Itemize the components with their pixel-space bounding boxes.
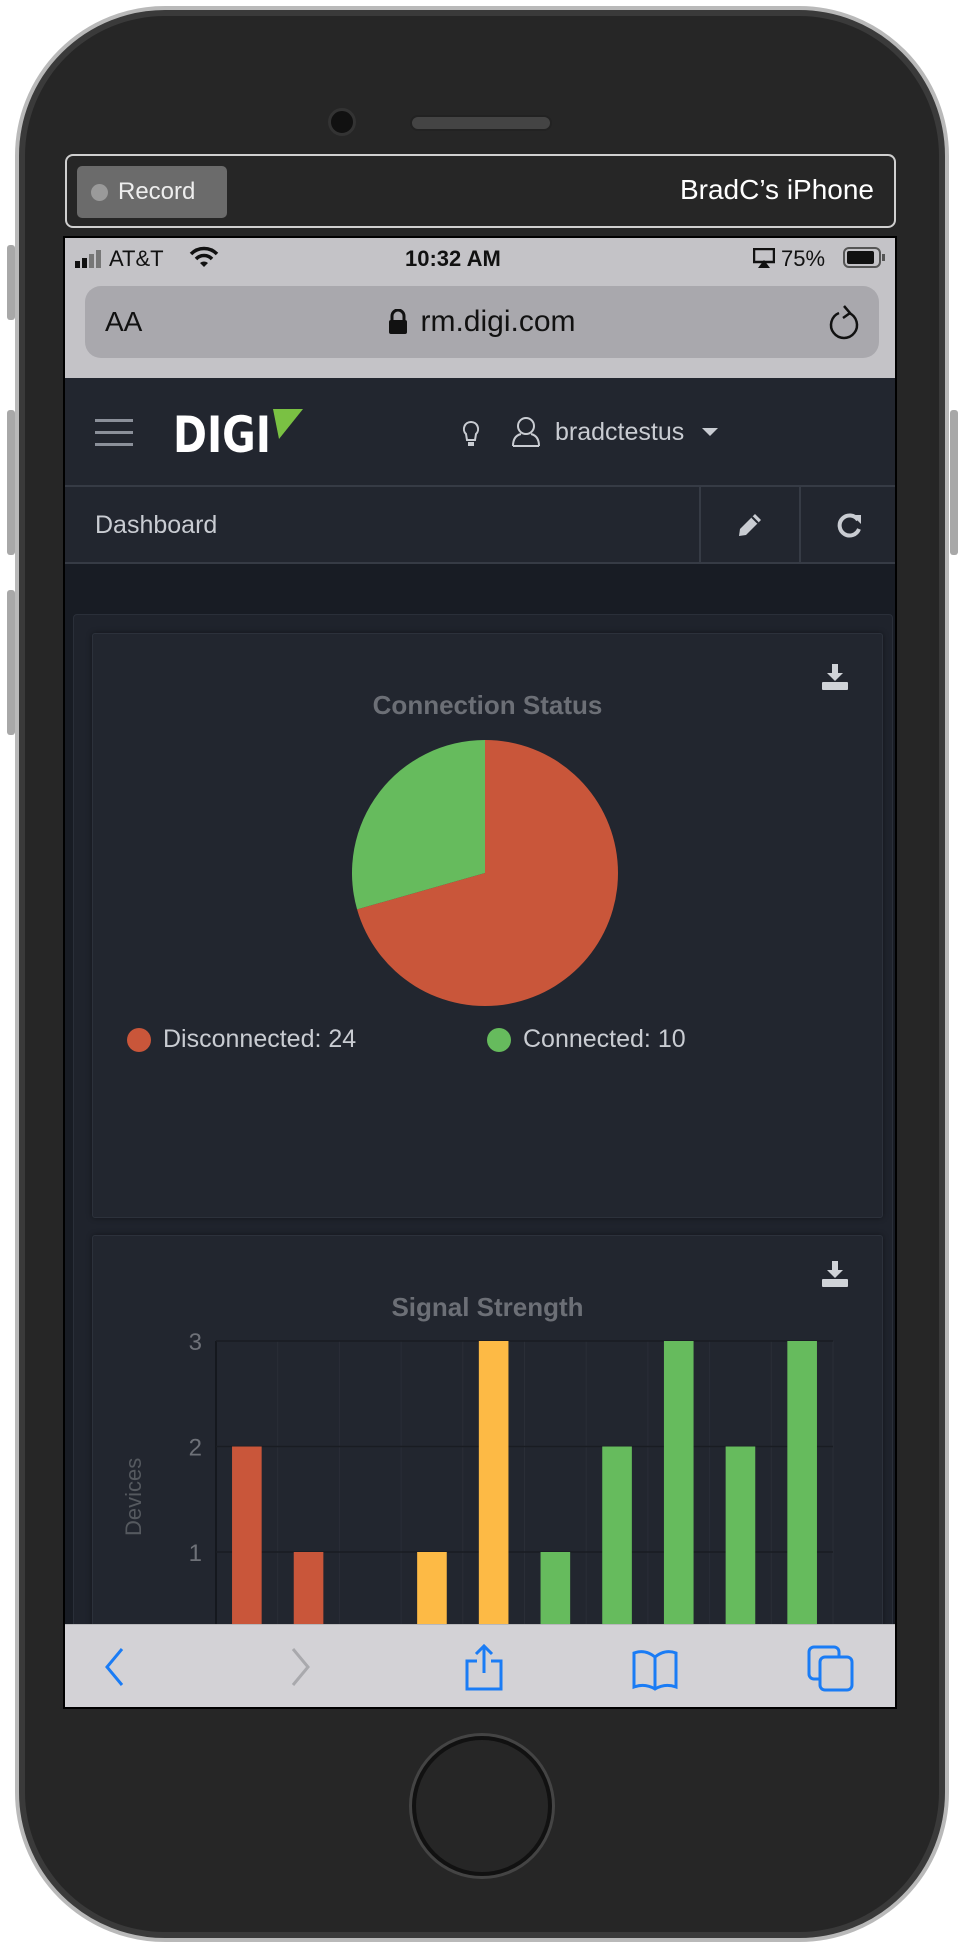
legend-label: Connected: 10 bbox=[523, 1025, 686, 1053]
hamburger-menu-icon[interactable] bbox=[95, 418, 133, 448]
wifi-icon bbox=[189, 246, 219, 267]
text-size-button[interactable]: AA bbox=[105, 306, 142, 338]
digi-logo[interactable]: DIGI bbox=[173, 406, 303, 464]
forward-icon[interactable] bbox=[290, 1647, 312, 1687]
pencil-icon bbox=[739, 513, 761, 536]
top-navbar: DIGI bradctestus bbox=[65, 378, 895, 487]
logo-text: DIGI bbox=[173, 406, 271, 458]
legend-dot-red bbox=[127, 1027, 151, 1052]
clock: 10:32 AM bbox=[405, 246, 501, 271]
digi-logo-mark: DIGI bbox=[173, 406, 303, 464]
dashboard-widgets: Connection Status Disconnected: 24 Conne… bbox=[73, 614, 893, 1707]
lock-icon bbox=[389, 309, 408, 334]
legend-connected[interactable]: Connected: 10 bbox=[487, 1025, 686, 1054]
back-icon[interactable] bbox=[103, 1647, 125, 1687]
share-icon[interactable] bbox=[463, 1643, 505, 1691]
signal-bar[interactable] bbox=[663, 1341, 694, 1658]
battery-percent: 75% bbox=[781, 246, 826, 271]
legend-disconnected[interactable]: Disconnected: 24 bbox=[127, 1025, 356, 1054]
status-bar: AT&T 10:32 AM 75% bbox=[65, 238, 895, 278]
safari-toolbar bbox=[65, 1624, 895, 1707]
signal-bar[interactable] bbox=[478, 1341, 509, 1658]
home-button[interactable] bbox=[412, 1736, 552, 1876]
legend-dot-green bbox=[487, 1027, 511, 1052]
url-text: rm.digi.com bbox=[420, 305, 576, 338]
connection-pie-chart bbox=[351, 740, 618, 1006]
refresh-dashboard-button[interactable] bbox=[799, 487, 895, 562]
recorder-bar: Record BradC’s iPhone bbox=[65, 154, 896, 228]
page-title: Dashboard bbox=[95, 511, 218, 539]
legend-label: Disconnected: 24 bbox=[163, 1025, 357, 1053]
airplay-icon bbox=[753, 248, 775, 268]
refresh-icon bbox=[837, 512, 861, 537]
tabs-icon[interactable] bbox=[807, 1645, 855, 1693]
user-icon bbox=[512, 417, 540, 447]
user-menu[interactable]: bradctestus bbox=[511, 416, 719, 448]
bookmarks-icon[interactable] bbox=[631, 1649, 679, 1691]
power-button bbox=[950, 410, 958, 555]
phone-screen: AT&T 10:32 AM 75% AA rm.digi.com DIGI br… bbox=[63, 236, 897, 1709]
dashboard-header: Dashboard bbox=[65, 487, 895, 564]
signal-icon bbox=[75, 250, 101, 268]
chart-title: Connection Status bbox=[372, 690, 603, 720]
volume-down-button bbox=[7, 590, 15, 735]
volume-up-button bbox=[7, 410, 15, 555]
record-dot-icon bbox=[91, 183, 108, 201]
username: bradctestus bbox=[555, 417, 685, 446]
download-icon[interactable] bbox=[822, 664, 848, 690]
battery-icon bbox=[843, 247, 885, 268]
y-tick-label: 2 bbox=[189, 1435, 202, 1462]
earpiece-speaker bbox=[410, 115, 552, 131]
record-label: Record bbox=[118, 178, 196, 205]
carrier: AT&T bbox=[109, 246, 164, 271]
record-button[interactable]: Record bbox=[77, 166, 227, 218]
browser-address-area: AA rm.digi.com bbox=[65, 278, 895, 378]
lightbulb-icon[interactable] bbox=[462, 420, 480, 448]
front-camera bbox=[328, 108, 356, 136]
address-bar[interactable]: AA rm.digi.com bbox=[85, 286, 879, 358]
connection-status-widget: Connection Status Disconnected: 24 Conne… bbox=[92, 633, 883, 1218]
edit-dashboard-button[interactable] bbox=[699, 487, 799, 562]
signal-bar[interactable] bbox=[787, 1341, 817, 1658]
y-tick-label: 3 bbox=[189, 1329, 202, 1356]
device-name: BradC’s iPhone bbox=[679, 174, 874, 205]
y-tick-label: 1 bbox=[189, 1540, 202, 1567]
mute-switch bbox=[7, 245, 15, 320]
reload-icon[interactable] bbox=[827, 304, 861, 342]
caret-down-icon bbox=[702, 428, 719, 436]
